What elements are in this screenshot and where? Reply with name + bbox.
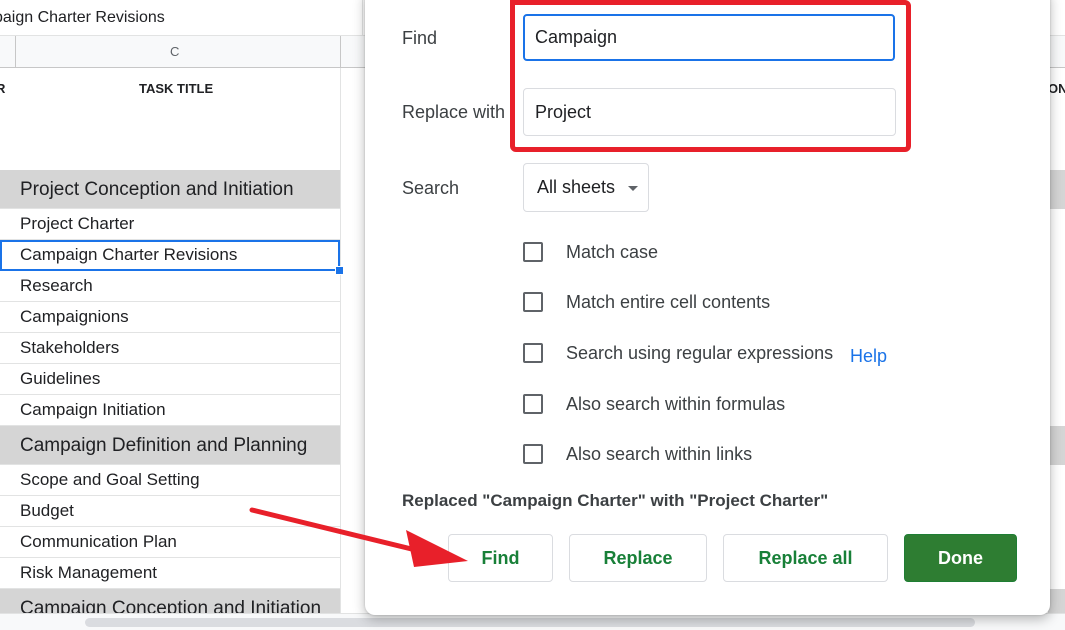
option-label: Match entire cell contents [566, 292, 771, 312]
task-row[interactable]: Budget [0, 496, 340, 527]
cell-text: Scope and Goal Setting [20, 470, 200, 489]
task-row[interactable]: Communication Plan [0, 527, 340, 558]
option-label: Search using regular expressions [566, 343, 834, 363]
checkbox[interactable] [523, 242, 543, 262]
section-row[interactable]: Project Conception and Initiation [0, 170, 340, 209]
task-row[interactable]: Risk Management [0, 558, 340, 589]
task-row[interactable]: Stakeholders [0, 333, 340, 364]
cell-text: Project Conception and Initiation [20, 179, 294, 200]
horizontal-scrollbar[interactable] [0, 613, 1065, 630]
task-row[interactable]: Campaign Charter Revisions [0, 240, 340, 271]
cell-text: Risk Management [20, 563, 158, 582]
checkbox[interactable] [523, 343, 543, 363]
left-header-fragment: R [0, 81, 6, 96]
cell-text: Communication Plan [20, 532, 177, 551]
done-button[interactable]: Done [904, 534, 1017, 582]
search-label: Search [402, 178, 460, 198]
search-scope-value: All sheets [537, 177, 616, 197]
cell-text: Guidelines [20, 369, 101, 388]
search-scope-dropdown[interactable]: All sheets [523, 163, 649, 212]
column-divider[interactable] [340, 36, 341, 68]
task-row[interactable]: Campaignions [0, 302, 340, 333]
status-message: Replaced "Campaign Charter" with "Projec… [402, 491, 829, 510]
cell-text: Campaignions [20, 307, 129, 326]
cell-text: Campaign Charter Revisions [20, 245, 238, 264]
header-cell[interactable]: R TASK TITLE [0, 68, 340, 170]
task-row[interactable]: Guidelines [0, 364, 340, 395]
column-divider[interactable] [15, 36, 16, 68]
replace-button[interactable]: Replace [569, 534, 707, 582]
highlight-box-annotation [510, 0, 911, 152]
cell-text: Research [20, 276, 93, 295]
column-header-c[interactable]: C [170, 44, 179, 59]
right-header-fragment: ON [1048, 81, 1065, 96]
replace-label: Replace with [402, 102, 506, 122]
help-link[interactable]: Help [850, 346, 887, 367]
scrollbar-thumb[interactable] [85, 618, 975, 627]
replace-all-button[interactable]: Replace all [723, 534, 888, 582]
cell-text: Campaign Definition and Planning [20, 435, 308, 456]
section-row[interactable]: Campaign Definition and Planning [0, 426, 340, 465]
cell-text: Project Charter [20, 214, 135, 233]
task-row[interactable]: Research [0, 271, 340, 302]
chevron-down-icon [628, 186, 638, 191]
formula-bar-divider [362, 0, 363, 36]
section-row-fragment [1048, 170, 1065, 209]
formula-bar-text: paign Charter Revisions [0, 9, 165, 26]
cell-text: Campaign Initiation [20, 400, 166, 419]
section-row-fragment [1048, 426, 1065, 465]
checkbox[interactable] [523, 394, 543, 414]
task-row[interactable]: Campaign Initiation [0, 395, 340, 426]
option-label: Match case [566, 242, 659, 262]
find-label: Find [402, 28, 438, 48]
grid-line [340, 68, 341, 613]
cell-text: Stakeholders [20, 338, 120, 357]
cell-text: Budget [20, 501, 74, 520]
task-title-header: TASK TITLE [139, 81, 214, 96]
option-label: Also search within formulas [566, 394, 786, 414]
checkbox[interactable] [523, 292, 543, 312]
option-label: Also search within links [566, 444, 753, 464]
checkbox[interactable] [523, 444, 543, 464]
find-button[interactable]: Find [448, 534, 553, 582]
task-row[interactable]: Scope and Goal Setting [0, 465, 340, 496]
task-row[interactable]: Project Charter [0, 209, 340, 240]
